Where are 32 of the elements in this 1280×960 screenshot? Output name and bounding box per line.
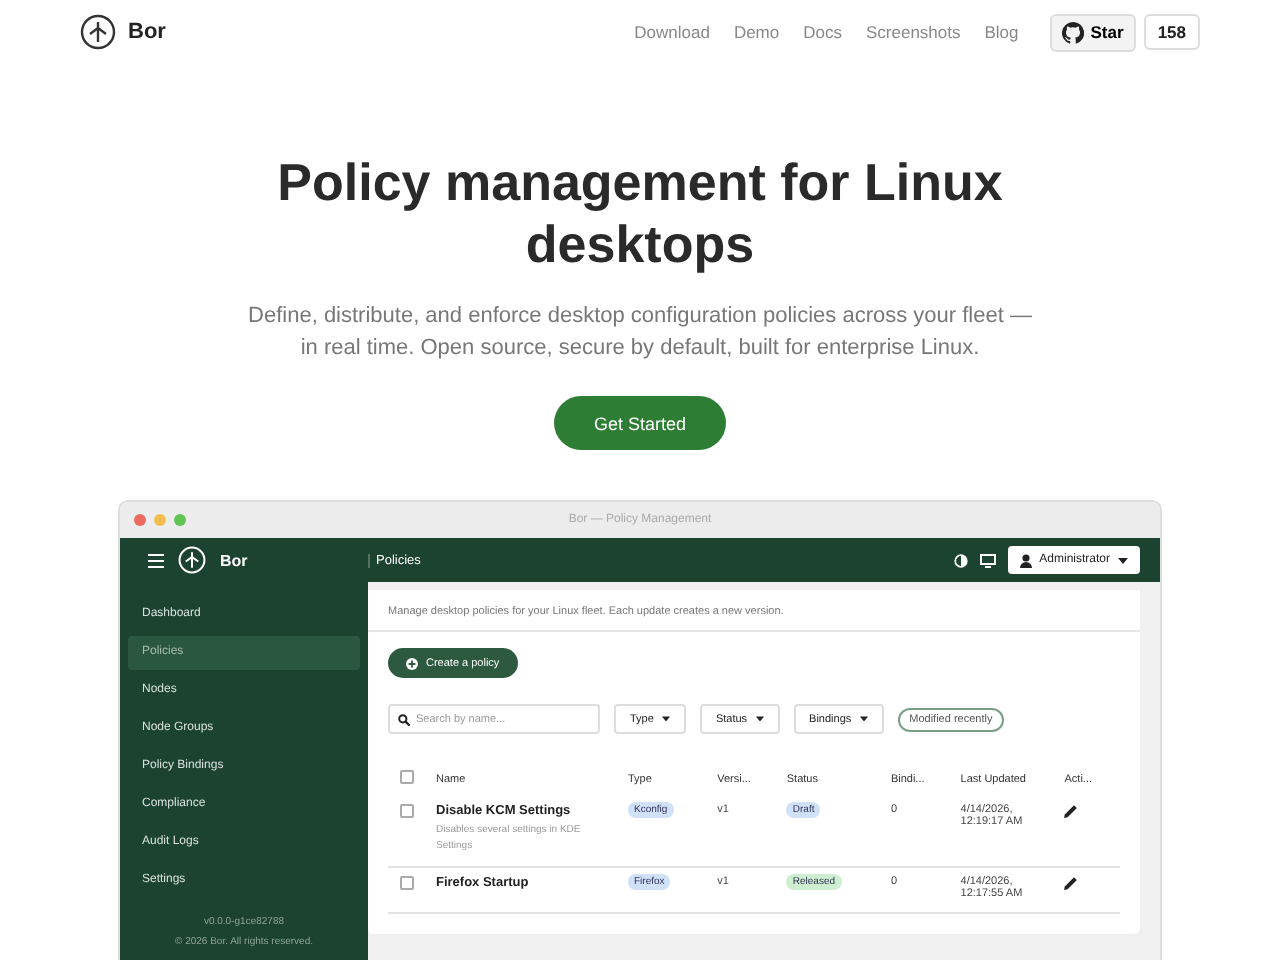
github-icon <box>1062 21 1085 43</box>
minimize-dot-icon[interactable] <box>154 514 166 526</box>
caret-icon <box>661 716 670 722</box>
app-brand: Bor <box>220 551 248 569</box>
nav-link[interactable]: Download <box>634 22 710 42</box>
hero-title: Policy management for Linux desktops <box>275 152 1005 276</box>
edit-pencil-icon[interactable] <box>1064 876 1079 890</box>
brand-name[interactable]: Bor <box>128 20 166 44</box>
nav-link[interactable]: Docs <box>803 22 842 42</box>
hero-subtitle: Define, distribute, and enforce desktop configuration policies across your fleet — in real time. Open source, secure by default, built for enterprise Linux. <box>246 302 1034 364</box>
row-checkbox[interactable] <box>400 876 414 890</box>
menu-icon[interactable] <box>148 553 164 567</box>
caret-icon <box>755 716 764 722</box>
user-icon <box>1019 553 1032 567</box>
contrast-icon[interactable] <box>953 553 968 567</box>
maximize-dot-icon[interactable] <box>174 514 186 526</box>
star-button[interactable]: Star <box>1050 13 1136 51</box>
row-checkbox[interactable] <box>400 804 414 818</box>
logo-icon <box>80 14 116 50</box>
close-dot-icon[interactable] <box>134 514 146 526</box>
plus-circle-icon <box>406 657 418 669</box>
nav-link[interactable]: Screenshots <box>866 22 961 42</box>
monitor-icon[interactable] <box>979 553 996 567</box>
caret-icon <box>1118 557 1128 563</box>
nav-link[interactable]: Demo <box>733 22 780 42</box>
select-all-checkbox[interactable] <box>400 770 414 784</box>
nav-link[interactable]: Blog <box>984 22 1019 42</box>
edit-pencil-icon[interactable] <box>1064 804 1079 818</box>
star-count: 158 <box>1143 14 1200 50</box>
caret-icon <box>859 716 868 722</box>
logo-icon <box>178 546 206 574</box>
get-started-button[interactable]: Get Started <box>553 396 727 450</box>
